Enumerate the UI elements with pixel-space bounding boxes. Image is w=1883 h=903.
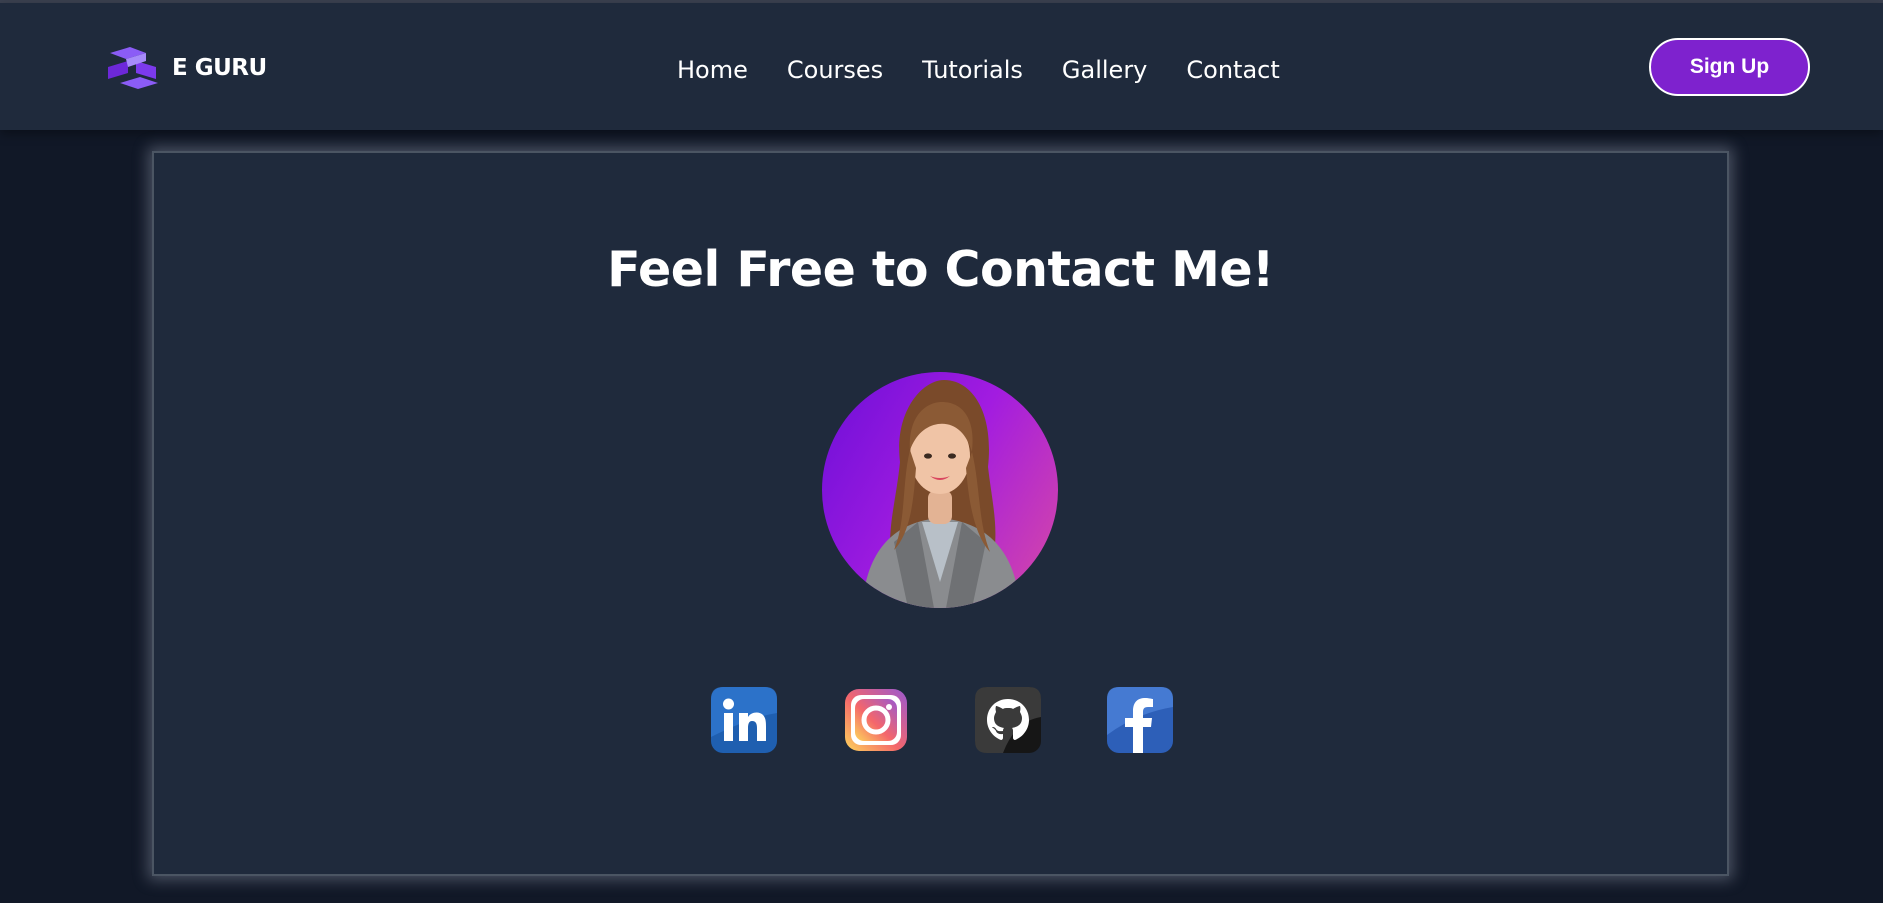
main-nav: Home Courses Tutorials Gallery Contact [677,50,1280,90]
eguru-logo-icon [108,47,158,89]
nav-gallery[interactable]: Gallery [1062,56,1147,84]
facebook-icon[interactable] [1107,687,1173,753]
nav-contact[interactable]: Contact [1186,56,1279,84]
contact-heading: Feel Free to Contact Me! [607,241,1274,298]
github-icon[interactable] [975,687,1041,753]
nav-courses[interactable]: Courses [787,56,883,84]
nav-home[interactable]: Home [677,56,748,84]
profile-photo [822,372,1058,608]
instagram-icon[interactable] [843,687,909,753]
linkedin-icon[interactable] [711,687,777,753]
contact-card: Feel Free to Contact Me! [152,151,1729,876]
site-header: E GURU Home Courses Tutorials Gallery Co… [0,3,1883,130]
brand[interactable]: E GURU [106,47,267,89]
nav-tutorials[interactable]: Tutorials [922,56,1023,84]
brand-name: E GURU [172,55,267,81]
profile-photo-illustration [862,380,1020,608]
social-links [711,687,1173,753]
signup-button[interactable]: Sign Up [1649,38,1810,96]
